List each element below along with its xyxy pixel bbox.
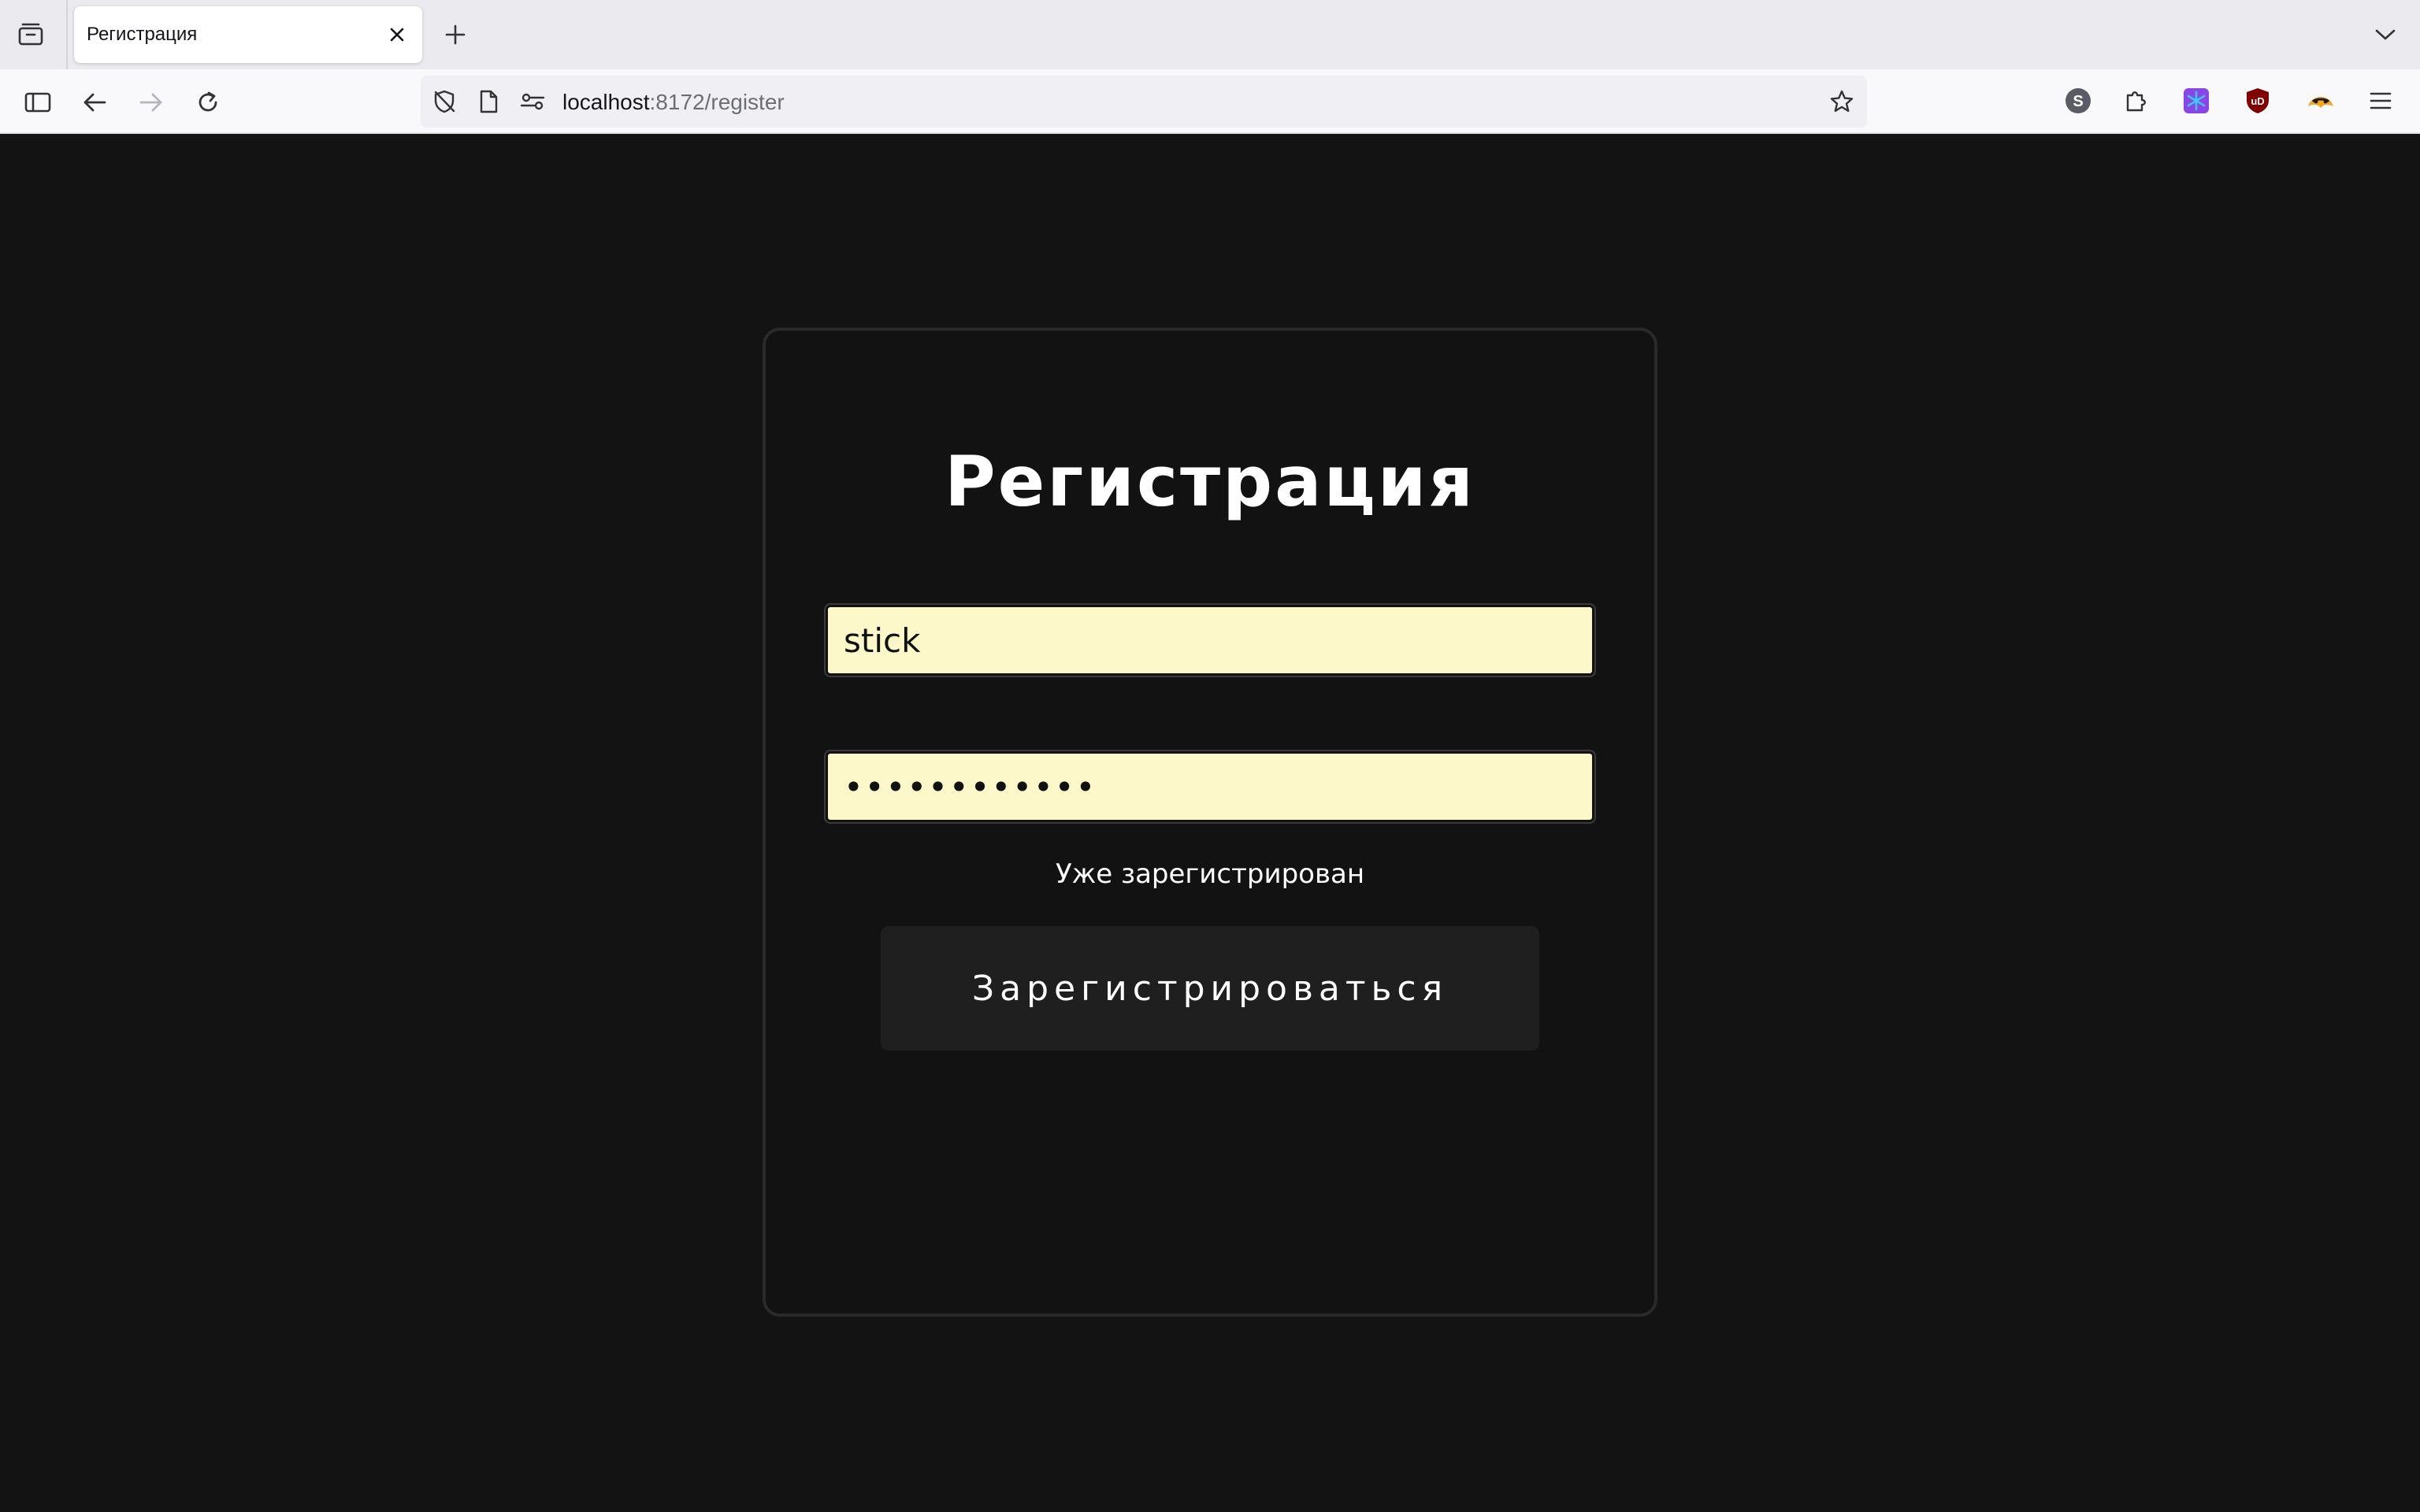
close-icon[interactable] xyxy=(383,20,411,49)
tab-title: Регистрация xyxy=(87,24,198,45)
back-icon[interactable] xyxy=(76,83,113,121)
tab-separator xyxy=(66,0,68,69)
svg-text:uD: uD xyxy=(2251,95,2264,107)
tracking-shield-icon[interactable] xyxy=(430,87,458,116)
tab-list-icon[interactable] xyxy=(14,19,47,50)
snowflake-icon[interactable] xyxy=(2177,82,2215,120)
svg-text:S: S xyxy=(2073,93,2083,110)
s-avatar-icon[interactable]: S xyxy=(2059,82,2097,120)
url-bar[interactable]: localhost:8172/register xyxy=(421,76,1867,128)
username-input[interactable] xyxy=(826,605,1594,676)
sidebar-icon[interactable] xyxy=(19,83,57,121)
page-title: Регистрация xyxy=(945,441,1475,522)
page-icon[interactable] xyxy=(474,87,503,116)
reload-icon[interactable] xyxy=(189,83,227,121)
navigation-bar: localhost:8172/register S uD xyxy=(0,69,2420,134)
site-permissions-icon[interactable] xyxy=(518,87,547,116)
tab-register[interactable]: Регистрация xyxy=(74,6,422,63)
url-path: :8172/register xyxy=(649,90,785,114)
bookmark-star-icon[interactable] xyxy=(1828,87,1856,116)
tab-strip: Регистрация xyxy=(0,0,2420,69)
menu-icon[interactable] xyxy=(2362,82,2400,120)
url-host: localhost xyxy=(562,90,650,114)
puzzle-icon[interactable] xyxy=(2118,82,2155,120)
ublock-icon[interactable]: uD xyxy=(2239,82,2277,120)
url-text[interactable]: localhost:8172/register xyxy=(562,90,785,115)
chevron-down-icon[interactable] xyxy=(2370,19,2401,50)
fox-mask-icon[interactable] xyxy=(2302,82,2340,120)
forward-icon[interactable] xyxy=(132,83,170,121)
already-registered-link[interactable]: Уже зарегистрирован xyxy=(766,858,1654,890)
register-card: Регистрация Уже зарегистрирован Зарегист… xyxy=(763,328,1657,1317)
new-tab-icon[interactable] xyxy=(440,19,471,50)
register-button[interactable]: Зарегистрироваться xyxy=(881,926,1539,1051)
password-input[interactable] xyxy=(826,751,1594,822)
